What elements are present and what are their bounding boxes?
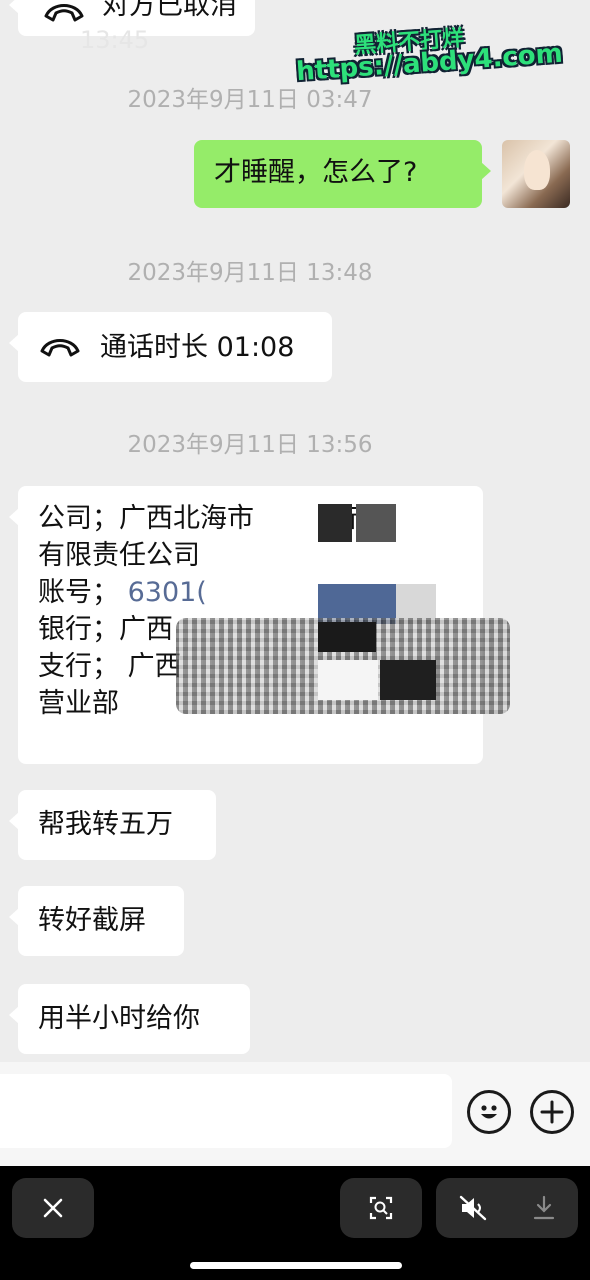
message-text: 转好截屏 xyxy=(38,905,146,936)
message-bubble[interactable]: 帮我转五万 xyxy=(9,790,216,860)
redaction-block xyxy=(318,660,378,700)
scan-button[interactable] xyxy=(340,1178,422,1238)
close-icon xyxy=(43,1198,63,1218)
download-icon xyxy=(533,1195,554,1220)
chat-area[interactable]: 对方已取消 13:45 黑料不打烊 https://abdy4.com 2023… xyxy=(0,0,590,1062)
media-controls xyxy=(436,1178,578,1238)
call-duration-text: 通话时长 01:08 xyxy=(100,331,295,363)
company-line: 公司；广西北海市节业 xyxy=(38,500,463,537)
redaction-block xyxy=(356,504,396,542)
account-number-link[interactable]: 6301( xyxy=(128,577,207,608)
call-record-bubble[interactable]: 通话时长 01:08 xyxy=(9,312,332,382)
plus-icon xyxy=(540,1100,564,1124)
mute-button[interactable] xyxy=(459,1195,487,1221)
timestamp-3: 2023年9月11日 13:56 xyxy=(127,432,373,458)
message-input[interactable] xyxy=(0,1074,452,1148)
message-bubble[interactable]: 转好截屏 xyxy=(9,886,184,956)
message-text: 用半小时给你 xyxy=(38,1003,200,1034)
emoji-icon xyxy=(481,1105,497,1119)
home-indicator[interactable] xyxy=(190,1262,402,1269)
timestamp-1: 2023年9月11日 03:47 xyxy=(127,87,373,113)
timestamp-2: 2023年9月11日 13:48 xyxy=(127,260,373,286)
mute-icon xyxy=(459,1195,486,1221)
more-button[interactable] xyxy=(530,1090,574,1134)
redaction-block xyxy=(318,622,376,652)
message-bubble[interactable]: 用半小时给你 xyxy=(9,984,250,1054)
company-prefix: 公司；广西北海市 xyxy=(38,503,254,534)
avatar[interactable] xyxy=(502,140,570,208)
message-text: 帮我转五万 xyxy=(38,809,173,840)
download-button[interactable] xyxy=(532,1195,556,1221)
redaction-block xyxy=(318,504,352,542)
redaction-block xyxy=(380,660,436,700)
scan-icon xyxy=(369,1196,393,1220)
phone-hangup-icon xyxy=(44,4,84,22)
own-message-bubble[interactable]: 才睡醒，怎么了? xyxy=(194,140,491,208)
input-toolbar xyxy=(0,1062,590,1166)
company-line-2: 有限责任公司 xyxy=(38,540,200,571)
close-button[interactable] xyxy=(12,1178,94,1238)
emoji-button[interactable] xyxy=(467,1090,511,1134)
own-message-text: 才睡醒，怎么了? xyxy=(214,157,418,188)
status-time: 13:45 xyxy=(80,26,150,54)
account-label: 账号； xyxy=(38,577,119,608)
phone-hangup-icon xyxy=(40,339,80,357)
